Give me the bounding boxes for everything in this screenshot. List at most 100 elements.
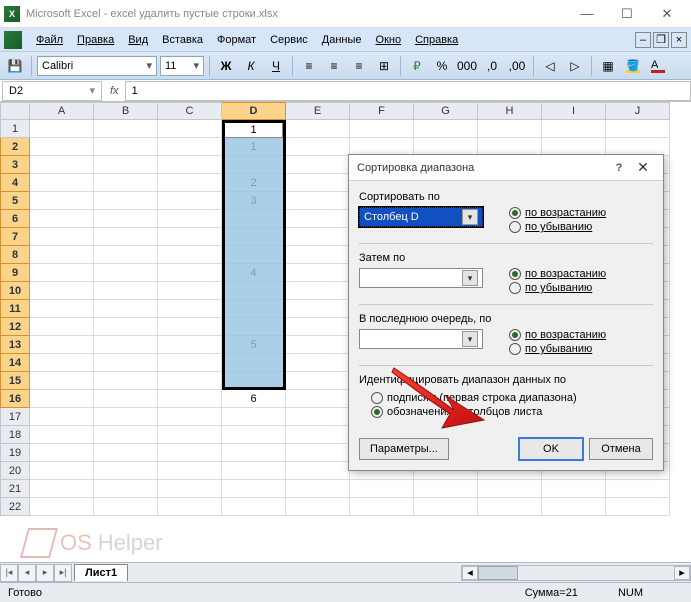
cell-A13[interactable] <box>30 336 94 354</box>
cell-E20[interactable] <box>286 462 350 480</box>
cell-B20[interactable] <box>94 462 158 480</box>
row-header-18[interactable]: 18 <box>0 426 30 444</box>
align-center-button[interactable]: ≡ <box>323 55 345 77</box>
cell-C16[interactable] <box>158 390 222 408</box>
cell-E19[interactable] <box>286 444 350 462</box>
cell-B12[interactable] <box>94 318 158 336</box>
cell-G21[interactable] <box>414 480 478 498</box>
cell-A15[interactable] <box>30 372 94 390</box>
row-header-21[interactable]: 21 <box>0 480 30 498</box>
sheet-tab-1[interactable]: Лист1 <box>74 564 128 581</box>
cell-E8[interactable] <box>286 246 350 264</box>
menu-help[interactable]: Справка <box>409 32 464 48</box>
font-size-combo[interactable]: 11 ▾ <box>160 56 204 76</box>
identify-columns-radio[interactable]: обозначениям столбцов листа <box>371 406 653 418</box>
sort1-descending-radio[interactable]: по убыванию <box>509 221 653 233</box>
cell-B6[interactable] <box>94 210 158 228</box>
cell-C18[interactable] <box>158 426 222 444</box>
row-header-20[interactable]: 20 <box>0 462 30 480</box>
col-header-D[interactable]: D <box>222 102 286 120</box>
cell-D13[interactable]: 5 <box>222 336 286 354</box>
cell-A7[interactable] <box>30 228 94 246</box>
cell-D20[interactable] <box>222 462 286 480</box>
cell-C6[interactable] <box>158 210 222 228</box>
menu-file[interactable]: Файл <box>30 32 69 48</box>
cell-J1[interactable] <box>606 120 670 138</box>
cell-B5[interactable] <box>94 192 158 210</box>
cell-A1[interactable] <box>30 120 94 138</box>
cell-C7[interactable] <box>158 228 222 246</box>
cell-A3[interactable] <box>30 156 94 174</box>
dialog-close-button[interactable]: ✕ <box>631 159 655 176</box>
cell-C1[interactable] <box>158 120 222 138</box>
cell-E1[interactable] <box>286 120 350 138</box>
cell-B18[interactable] <box>94 426 158 444</box>
horizontal-scrollbar[interactable]: ◂▸ <box>461 565 691 581</box>
increase-decimal-button[interactable]: ,0 <box>481 55 503 77</box>
col-header-H[interactable]: H <box>478 102 542 120</box>
cell-C17[interactable] <box>158 408 222 426</box>
cell-A22[interactable] <box>30 498 94 516</box>
cell-A20[interactable] <box>30 462 94 480</box>
row-header-12[interactable]: 12 <box>0 318 30 336</box>
row-header-2[interactable]: 2 <box>0 138 30 156</box>
cell-F1[interactable] <box>350 120 414 138</box>
row-header-19[interactable]: 19 <box>0 444 30 462</box>
menu-tools[interactable]: Сервис <box>264 32 314 48</box>
then-by-combo[interactable]: ▾ <box>359 268 483 288</box>
cell-J21[interactable] <box>606 480 670 498</box>
cell-C19[interactable] <box>158 444 222 462</box>
merge-cells-button[interactable]: ⊞ <box>373 55 395 77</box>
italic-button[interactable]: К <box>240 55 262 77</box>
row-header-14[interactable]: 14 <box>0 354 30 372</box>
sort2-descending-radio[interactable]: по убыванию <box>509 282 653 294</box>
cell-C12[interactable] <box>158 318 222 336</box>
name-box[interactable]: D2 ▾ <box>2 81 102 101</box>
cell-A21[interactable] <box>30 480 94 498</box>
cell-B4[interactable] <box>94 174 158 192</box>
row-header-6[interactable]: 6 <box>0 210 30 228</box>
col-header-F[interactable]: F <box>350 102 414 120</box>
decrease-decimal-button[interactable]: ,00 <box>506 55 528 77</box>
cell-D15[interactable] <box>222 372 286 390</box>
row-header-1[interactable]: 1 <box>0 120 30 138</box>
underline-button[interactable]: Ч <box>265 55 287 77</box>
font-color-button[interactable]: A <box>647 55 669 77</box>
cell-D10[interactable] <box>222 282 286 300</box>
cell-B9[interactable] <box>94 264 158 282</box>
percent-button[interactable]: % <box>431 55 453 77</box>
cell-E13[interactable] <box>286 336 350 354</box>
cell-F22[interactable] <box>350 498 414 516</box>
comma-button[interactable]: 000 <box>456 55 478 77</box>
cell-C11[interactable] <box>158 300 222 318</box>
cell-H22[interactable] <box>478 498 542 516</box>
select-all-corner[interactable] <box>0 102 30 120</box>
cell-A5[interactable] <box>30 192 94 210</box>
cell-D8[interactable] <box>222 246 286 264</box>
col-header-G[interactable]: G <box>414 102 478 120</box>
cell-D19[interactable] <box>222 444 286 462</box>
identify-headers-radio[interactable]: подписям (первая строка диапазона) <box>371 392 653 404</box>
doc-restore-button[interactable]: ❐ <box>653 32 669 48</box>
cell-A12[interactable] <box>30 318 94 336</box>
row-header-3[interactable]: 3 <box>0 156 30 174</box>
cell-E21[interactable] <box>286 480 350 498</box>
ok-button[interactable]: OK <box>519 438 583 460</box>
menu-view[interactable]: Вид <box>122 32 154 48</box>
cell-C4[interactable] <box>158 174 222 192</box>
font-name-combo[interactable]: Calibri ▾ <box>37 56 157 76</box>
cell-C21[interactable] <box>158 480 222 498</box>
cell-F21[interactable] <box>350 480 414 498</box>
cell-E15[interactable] <box>286 372 350 390</box>
col-header-E[interactable]: E <box>286 102 350 120</box>
cell-E7[interactable] <box>286 228 350 246</box>
cell-B14[interactable] <box>94 354 158 372</box>
tab-nav-first[interactable]: |◂ <box>0 564 18 582</box>
row-header-16[interactable]: 16 <box>0 390 30 408</box>
cell-A18[interactable] <box>30 426 94 444</box>
row-header-10[interactable]: 10 <box>0 282 30 300</box>
cell-D5[interactable]: 3 <box>222 192 286 210</box>
cell-D16[interactable]: 6 <box>222 390 286 408</box>
cell-D21[interactable] <box>222 480 286 498</box>
row-header-17[interactable]: 17 <box>0 408 30 426</box>
